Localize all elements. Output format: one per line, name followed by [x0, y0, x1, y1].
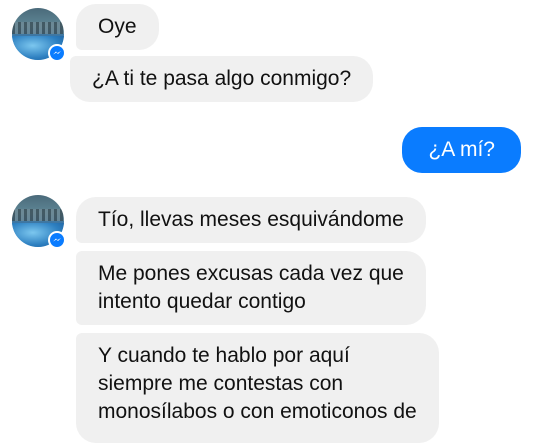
incoming-message[interactable]: Me pones excusas cada vez que intento qu… — [76, 251, 426, 325]
messenger-badge — [48, 44, 66, 62]
messenger-icon — [53, 238, 61, 242]
incoming-message[interactable]: Tío, llevas meses esquivándome — [76, 197, 426, 243]
messenger-icon — [53, 51, 61, 55]
contact-avatar[interactable] — [12, 195, 66, 249]
incoming-message[interactable]: ¿A ti te pasa algo conmigo? — [70, 56, 374, 102]
incoming-message[interactable]: Oye — [76, 4, 159, 50]
contact-avatar[interactable] — [12, 8, 66, 62]
outgoing-message[interactable]: ¿A mí? — [402, 127, 521, 173]
incoming-message[interactable]: Y cuando te hablo por aquí siempre me co… — [76, 333, 439, 443]
messenger-badge — [48, 231, 66, 249]
